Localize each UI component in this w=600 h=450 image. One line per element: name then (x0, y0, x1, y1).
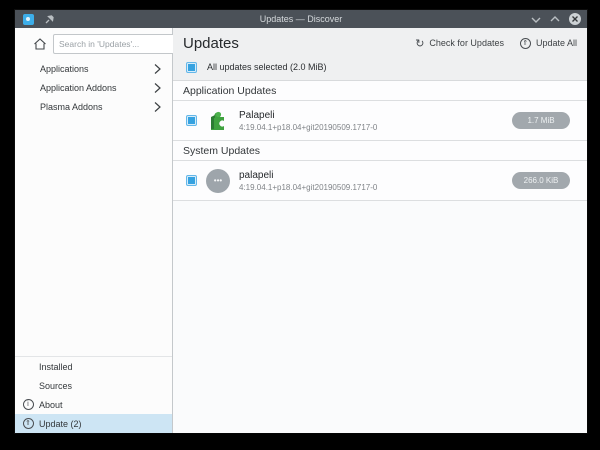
sidebar-item-applications[interactable]: Applications (15, 59, 172, 78)
maximize-icon[interactable] (550, 16, 560, 23)
window-title: Updates — Discover (15, 14, 587, 24)
page-header: Updates ↻ Check for Updates ⇑ Update All (173, 28, 587, 81)
update-row-palapeli-app[interactable]: Palapeli 4:19.04.1+p18.04+git20190509.17… (173, 101, 587, 141)
page-title: Updates (183, 35, 239, 52)
package-ellipsis-icon: ••• (206, 169, 230, 193)
update-version: 4:19.04.1+p18.04+git20190509.1717-0 (239, 183, 377, 192)
section-header-system-updates: System Updates (173, 141, 587, 161)
check-for-updates-button[interactable]: ↻ Check for Updates (415, 38, 504, 49)
size-badge: 1.7 MiB (512, 112, 570, 129)
sidebar-item-plasma-addons[interactable]: Plasma Addons (15, 97, 172, 116)
sidebar-footer: Installed Sources i About ⇑ Update (2) (15, 356, 172, 433)
sidebar-item-application-addons[interactable]: Application Addons (15, 78, 172, 97)
close-icon[interactable] (569, 13, 581, 25)
sidebar: Applications Application Addons Plasma A… (15, 28, 173, 433)
circled-up-arrow-icon: ⇑ (520, 38, 531, 49)
sidebar-nav: Applications Application Addons Plasma A… (15, 59, 172, 116)
refresh-icon: ↻ (415, 38, 424, 49)
sidebar-item-update[interactable]: ⇑ Update (2) (15, 414, 172, 433)
select-all-checkbox[interactable] (186, 62, 197, 73)
row-checkbox[interactable] (186, 115, 197, 126)
update-version: 4:19.04.1+p18.04+git20190509.1717-0 (239, 123, 377, 132)
sidebar-item-installed[interactable]: Installed (15, 357, 172, 376)
chevron-right-icon (153, 101, 162, 113)
pin-icon[interactable] (44, 14, 55, 25)
updates-page: Updates ↻ Check for Updates ⇑ Update All (173, 28, 587, 433)
info-icon: i (23, 399, 34, 410)
update-name: Palapeli (239, 110, 377, 121)
empty-area (173, 201, 587, 433)
update-row-palapeli-system[interactable]: ••• palapeli 4:19.04.1+p18.04+git2019050… (173, 161, 587, 201)
updates-list: Application Updates Palapeli 4:19.04.1+p… (173, 81, 587, 201)
discover-window: Updates — Discover (15, 10, 587, 433)
home-icon[interactable] (33, 37, 47, 51)
row-checkbox[interactable] (186, 175, 197, 186)
update-name: palapeli (239, 170, 377, 181)
discover-icon (23, 14, 34, 25)
size-badge: 266.0 KiB (512, 172, 570, 189)
titlebar[interactable]: Updates — Discover (15, 10, 587, 28)
sidebar-item-about[interactable]: i About (15, 395, 172, 414)
sidebar-item-sources[interactable]: Sources (15, 376, 172, 395)
circled-up-arrow-icon: ⇑ (23, 418, 34, 429)
chevron-right-icon (153, 82, 162, 94)
section-header-application-updates: Application Updates (173, 81, 587, 101)
palapeli-puzzle-icon (206, 109, 230, 133)
search-input[interactable] (53, 34, 176, 54)
update-all-button[interactable]: ⇑ Update All (520, 38, 577, 49)
minimize-icon[interactable] (531, 16, 541, 23)
chevron-right-icon (153, 63, 162, 75)
select-all-row[interactable]: All updates selected (2.0 MiB) (173, 56, 587, 80)
